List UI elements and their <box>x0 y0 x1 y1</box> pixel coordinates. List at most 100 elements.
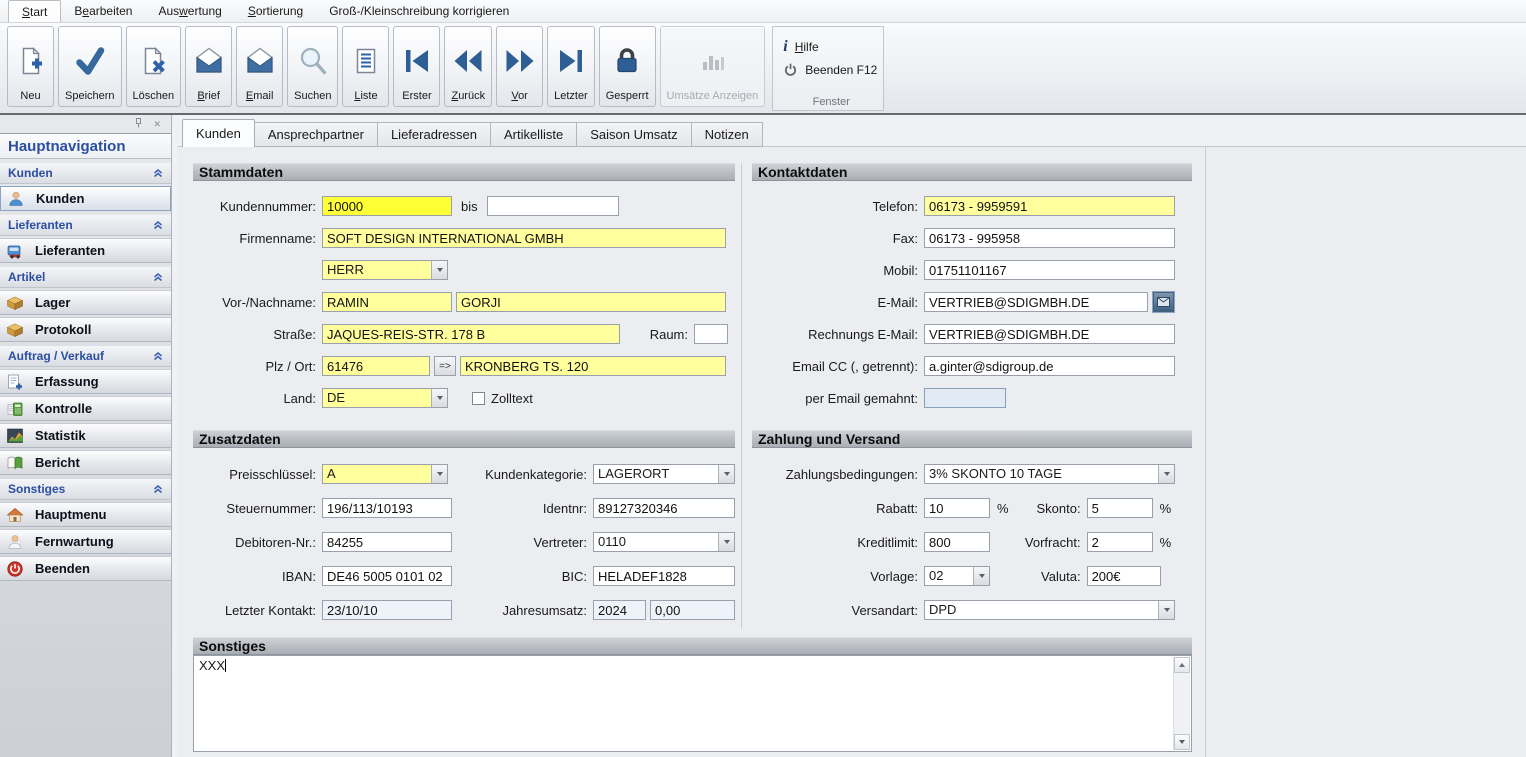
tab-notizen[interactable]: Notizen <box>692 122 763 147</box>
jahresumsatz-jahr-input[interactable] <box>593 600 646 620</box>
sonstiges-textarea[interactable]: XXX <box>193 655 1192 752</box>
liste-button[interactable]: Liste <box>342 26 389 107</box>
tab-saison-umsatz[interactable]: Saison Umsatz <box>577 122 691 147</box>
sidebar-group-header-artikel[interactable]: Artikel <box>0 267 171 288</box>
truck-icon <box>6 242 24 260</box>
beenden-f12-button[interactable]: Beenden F12 <box>783 58 879 81</box>
zurueck-button[interactable]: Zurück <box>444 26 492 107</box>
vorname-input[interactable] <box>322 292 452 312</box>
sidebar-item-bericht[interactable]: Bericht <box>0 450 171 475</box>
sidebar-item-lieferanten[interactable]: Lieferanten <box>0 238 171 263</box>
kundenkategorie-select[interactable]: LAGERORT <box>593 464 735 484</box>
rechnungs-email-input[interactable] <box>924 324 1175 344</box>
jahresumsatz-wert-input[interactable] <box>650 600 735 620</box>
valuta-input[interactable] <box>1087 566 1161 586</box>
vorfracht-input[interactable] <box>1087 532 1153 552</box>
kreditlimit-input[interactable] <box>924 532 990 552</box>
suchen-button[interactable]: Suchen <box>287 26 338 107</box>
identnr-input[interactable] <box>593 498 735 518</box>
land-select[interactable]: DE <box>322 388 448 408</box>
pin-icon[interactable] <box>134 118 143 131</box>
sidebar-group-header-lieferanten[interactable]: Lieferanten <box>0 215 171 236</box>
mobil-input[interactable] <box>924 260 1175 280</box>
steuernummer-input[interactable] <box>322 498 452 518</box>
neu-button[interactable]: Neu <box>7 26 54 107</box>
menu-auswertung[interactable]: Auswertung <box>145 0 234 22</box>
ort-input[interactable] <box>460 356 726 376</box>
kundennummer-input[interactable] <box>322 196 452 216</box>
chevron-down-icon[interactable] <box>1158 465 1174 483</box>
per-email-gemahnt-input[interactable] <box>924 388 1006 408</box>
email-button[interactable]: Email <box>236 26 283 107</box>
raum-input[interactable] <box>694 324 728 344</box>
tab-kunden[interactable]: Kunden <box>182 119 255 147</box>
sidebar-item-protokoll[interactable]: Protokoll <box>0 317 171 342</box>
email-input[interactable] <box>924 292 1148 312</box>
versandart-select[interactable]: DPD <box>924 600 1175 620</box>
iban-input[interactable] <box>322 566 452 586</box>
sidebar-item-beenden[interactable]: Beenden <box>0 556 171 581</box>
nachname-input[interactable] <box>456 292 726 312</box>
chevron-down-icon[interactable] <box>431 465 447 483</box>
plz-lookup-button[interactable]: => <box>434 356 456 376</box>
send-email-button[interactable] <box>1153 292 1174 312</box>
skonto-percent-label: % <box>1160 501 1172 516</box>
brief-button[interactable]: Brief <box>185 26 232 107</box>
email-cc-input[interactable] <box>924 356 1175 376</box>
sidebar-item-hauptmenu[interactable]: Hauptmenu <box>0 502 171 527</box>
tab-artikelliste[interactable]: Artikelliste <box>491 122 577 147</box>
vorlage-label: Vorlage: <box>752 569 924 584</box>
letzter-kontakt-input[interactable] <box>322 600 452 620</box>
menu-start[interactable]: Start <box>8 0 61 22</box>
scroll-up-button[interactable] <box>1174 657 1190 673</box>
tab-ansprechpartner[interactable]: Ansprechpartner <box>254 122 378 147</box>
sidebar-group-header-sonstiges[interactable]: Sonstiges <box>0 479 171 500</box>
rabatt-percent-label: % <box>997 501 1009 516</box>
anrede-select[interactable]: HERR <box>322 260 448 280</box>
debitoren-nr-input[interactable] <box>322 532 452 552</box>
vor-button[interactable]: Vor <box>496 26 543 107</box>
preisschluessel-select[interactable]: A <box>322 464 448 484</box>
sidebar-group-header-kunden[interactable]: Kunden <box>0 163 171 184</box>
bic-input[interactable] <box>593 566 735 586</box>
strasse-input[interactable] <box>322 324 620 344</box>
sidebar-item-fernwartung[interactable]: Fernwartung <box>0 529 171 554</box>
sidebar-item-erfassung[interactable]: Erfassung <box>0 369 171 394</box>
vorlage-select[interactable]: 02 <box>924 566 990 586</box>
chevron-down-icon[interactable] <box>718 465 734 483</box>
close-icon[interactable]: ✕ <box>153 119 161 130</box>
menu-sortierung[interactable]: Sortierung <box>235 0 316 22</box>
kundennummer-bis-input[interactable] <box>487 196 619 216</box>
kundenkategorie-label: Kundenkategorie: <box>448 467 593 482</box>
menu-bearbeiten[interactable]: Bearbeiten <box>61 0 145 22</box>
sidebar-item-kontrolle[interactable]: Kontrolle <box>0 396 171 421</box>
chevron-down-icon[interactable] <box>718 533 734 551</box>
plz-input[interactable] <box>322 356 430 376</box>
fax-input[interactable] <box>924 228 1175 248</box>
rabatt-input[interactable] <box>924 498 990 518</box>
chevron-down-icon[interactable] <box>431 389 447 407</box>
menu-gross-klein[interactable]: Groß-/Kleinschreibung korrigieren <box>316 0 522 22</box>
chevron-down-icon[interactable] <box>1158 601 1174 619</box>
telefon-input[interactable] <box>924 196 1175 216</box>
letzter-button[interactable]: Letzter <box>547 26 595 107</box>
vertical-scrollbar[interactable] <box>1173 657 1190 750</box>
sidebar-item-lager[interactable]: Lager <box>0 290 171 315</box>
sidebar-item-statistik[interactable]: Statistik <box>0 423 171 448</box>
hilfe-button[interactable]: i Hilfe <box>783 35 879 58</box>
loeschen-button[interactable]: Löschen <box>126 26 182 107</box>
sidebar-item-kunden[interactable]: Kunden <box>0 186 171 211</box>
chevron-down-icon[interactable] <box>973 567 989 585</box>
tab-lieferadressen[interactable]: Lieferadressen <box>378 122 491 147</box>
gesperrt-button[interactable]: Gesperrt <box>599 26 656 107</box>
zahlungsbedingungen-select[interactable]: 3% SKONTO 10 TAGE <box>924 464 1175 484</box>
speichern-button[interactable]: Speichern <box>58 26 122 107</box>
sidebar-group-header-auftrag-verkauf[interactable]: Auftrag / Verkauf <box>0 346 171 367</box>
scroll-down-button[interactable] <box>1174 734 1190 750</box>
firmenname-input[interactable] <box>322 228 726 248</box>
zolltext-checkbox[interactable] <box>472 392 485 405</box>
chevron-down-icon[interactable] <box>431 261 447 279</box>
erster-button[interactable]: Erster <box>393 26 440 107</box>
vertreter-select[interactable]: 0110 <box>593 532 735 552</box>
skonto-input[interactable] <box>1087 498 1153 518</box>
